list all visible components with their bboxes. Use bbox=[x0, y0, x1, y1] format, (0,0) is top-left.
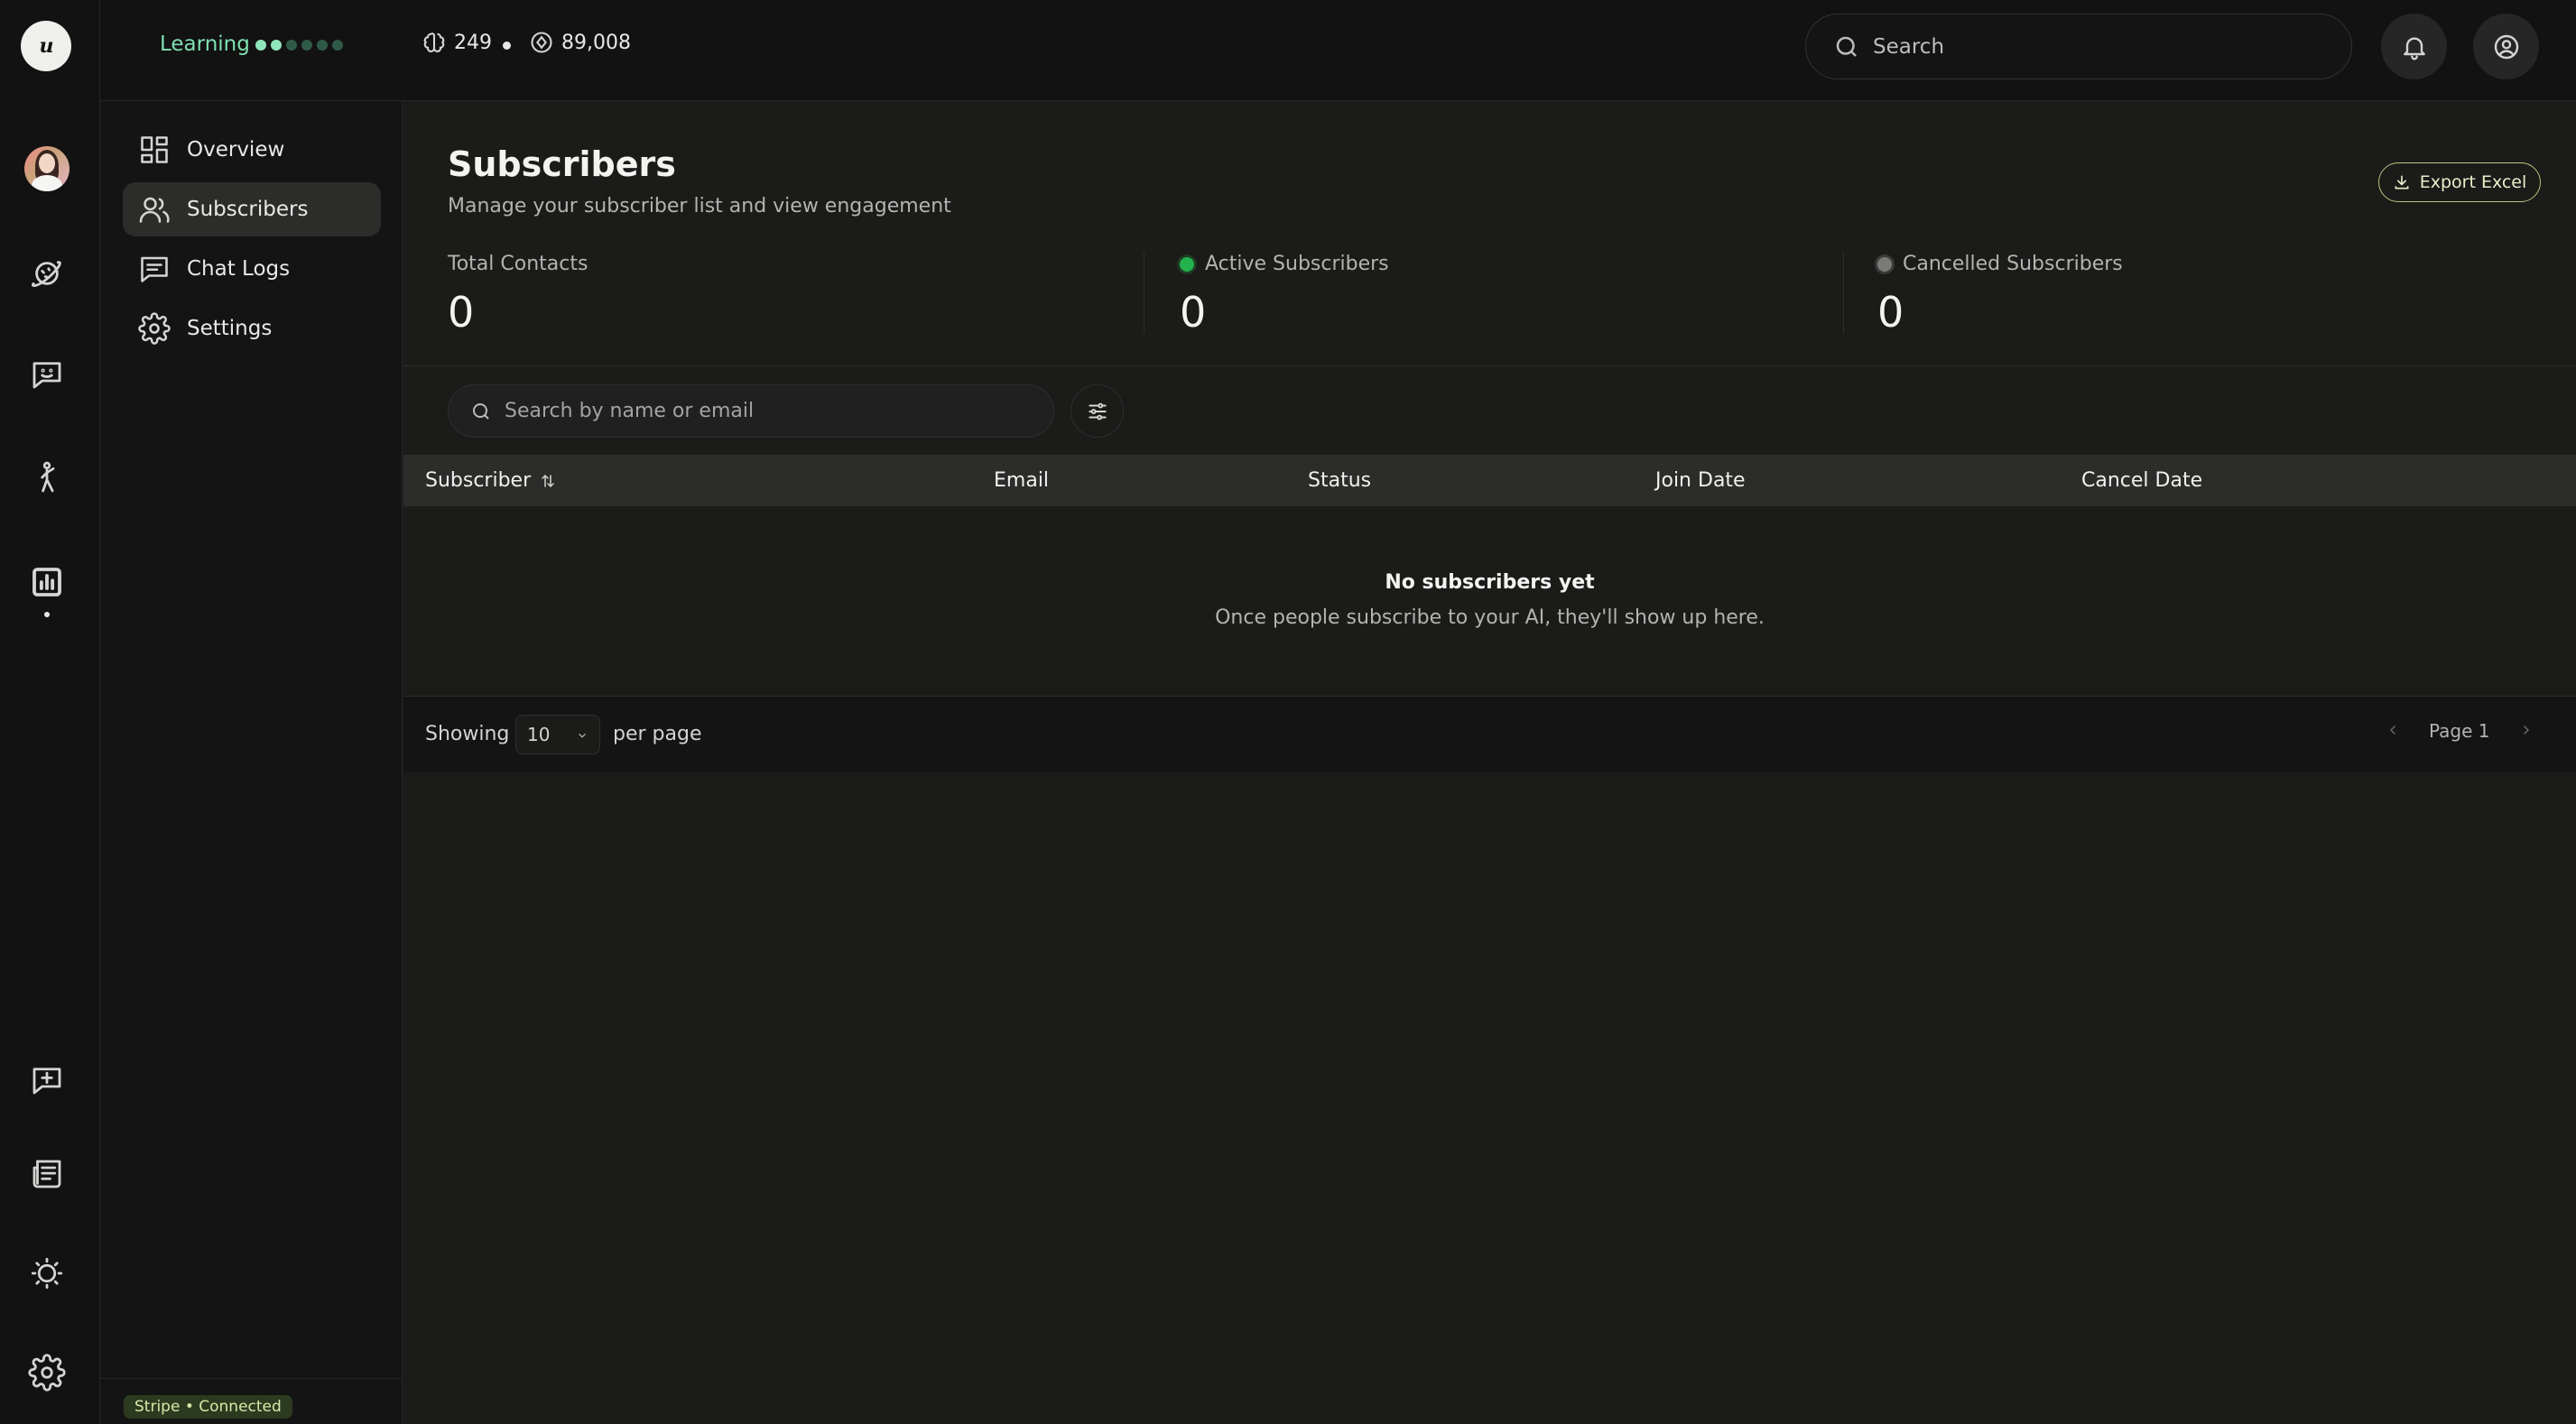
sliders-icon bbox=[1088, 402, 1107, 420]
sun-icon[interactable] bbox=[21, 1247, 73, 1299]
user-circle-icon bbox=[2494, 34, 2518, 59]
per-page-label: per page bbox=[613, 723, 702, 745]
main-content: Subscribers Manage your subscriber list … bbox=[403, 102, 2576, 1424]
figure-icon[interactable] bbox=[21, 451, 73, 504]
gear-icon[interactable] bbox=[21, 1346, 73, 1399]
gear-icon bbox=[138, 312, 171, 345]
stat-a: 249 bbox=[422, 30, 492, 55]
active-status-dot bbox=[1180, 256, 1194, 272]
empty-state-subtitle: Once people subscribe to your AI, they'l… bbox=[1215, 606, 1765, 629]
export-label: Export Excel bbox=[2419, 172, 2527, 192]
chevron-down-icon bbox=[579, 733, 586, 738]
column-label: Status bbox=[1308, 469, 1372, 492]
notifications-button[interactable] bbox=[2381, 14, 2447, 79]
per-page-select[interactable]: 10 bbox=[515, 715, 600, 754]
top-bar: Learning 249 89,008 Search bbox=[100, 0, 2576, 101]
column-label: Join Date bbox=[1655, 469, 1746, 492]
newspaper-icon[interactable] bbox=[21, 1148, 73, 1200]
left-rail: u bbox=[0, 0, 100, 1424]
cancelled-status-dot bbox=[1877, 256, 1892, 272]
per-page-value: 10 bbox=[527, 724, 551, 745]
search-icon bbox=[1836, 36, 1857, 57]
divider bbox=[403, 365, 2576, 366]
search-placeholder: Search by name or email bbox=[505, 400, 755, 422]
brain-icon bbox=[423, 32, 445, 52]
metric-value: 0 bbox=[1180, 288, 1207, 337]
planet-icon[interactable] bbox=[21, 247, 73, 300]
stat-b: 89,008 bbox=[529, 30, 631, 55]
column-label: Email bbox=[994, 469, 1050, 492]
avatar[interactable] bbox=[24, 146, 69, 191]
bell-icon bbox=[2403, 37, 2425, 60]
column-join-date: Join Date bbox=[1655, 469, 1746, 492]
smiley-chat-icon[interactable] bbox=[21, 348, 73, 401]
message-icon bbox=[141, 256, 168, 282]
page-indicator: Page 1 bbox=[2429, 720, 2490, 742]
app-logo-text: u bbox=[39, 34, 54, 58]
empty-state-title: No subscribers yet bbox=[1385, 571, 1595, 594]
metric-total-contacts: Total Contacts 0 bbox=[448, 253, 588, 337]
empty-state: No subscribers yet Once people subscribe… bbox=[403, 571, 2576, 629]
column-email: Email bbox=[994, 469, 1049, 492]
metric-label: Cancelled Subscribers bbox=[1903, 253, 2123, 275]
active-indicator bbox=[44, 612, 50, 617]
nav-item-label: Overview bbox=[187, 138, 285, 162]
metric-value: 0 bbox=[448, 288, 475, 337]
metric-cancelled-subscribers: Cancelled Subscribers 0 bbox=[1877, 253, 2123, 337]
column-status: Status bbox=[1308, 469, 1371, 492]
metric-label: Total Contacts bbox=[448, 253, 588, 275]
metric-value: 0 bbox=[1877, 288, 1904, 337]
stripe-status-badge: Stripe • Connected bbox=[124, 1395, 292, 1419]
download-icon bbox=[2395, 175, 2409, 190]
column-cancel-date: Cancel Date bbox=[2081, 469, 2202, 492]
nav-item-overview[interactable]: Overview bbox=[123, 123, 381, 177]
table-header: Subscriber Email Status Join Date Cancel… bbox=[403, 455, 2576, 506]
analytics-icon[interactable] bbox=[21, 556, 73, 608]
export-excel-button[interactable]: Export Excel bbox=[2378, 162, 2541, 202]
pager: Page 1 bbox=[2386, 720, 2534, 742]
metric-active-subscribers: Active Subscribers 0 bbox=[1180, 253, 1389, 337]
stat-separator bbox=[503, 42, 511, 50]
subscriber-search-input[interactable]: Search by name or email bbox=[448, 384, 1054, 438]
nav-item-label: Subscribers bbox=[187, 198, 309, 221]
page-title: Subscribers bbox=[448, 144, 676, 184]
level-label: Learning bbox=[160, 32, 250, 56]
filter-button[interactable] bbox=[1070, 384, 1124, 438]
stat-b-value: 89,008 bbox=[561, 31, 631, 54]
app-logo[interactable]: u bbox=[21, 21, 71, 71]
nav-item-label: Chat Logs bbox=[187, 257, 291, 281]
chevron-left-icon bbox=[2390, 726, 2395, 735]
profile-button[interactable] bbox=[2473, 14, 2539, 79]
nav-item-subscribers[interactable]: Subscribers bbox=[123, 182, 381, 236]
users-icon bbox=[139, 197, 170, 223]
pagination-bar: Showing 10 per page Page 1 bbox=[403, 696, 2576, 772]
coin-icon bbox=[531, 32, 552, 53]
level-progress bbox=[255, 40, 343, 51]
search-input[interactable]: Search bbox=[1805, 14, 2352, 79]
section-nav: Overview Subscribers Chat Logs Settings … bbox=[100, 101, 403, 1424]
chevron-right-icon bbox=[2523, 726, 2529, 735]
showing-label: Showing bbox=[425, 723, 510, 745]
page-subtitle: Manage your subscriber list and view eng… bbox=[448, 195, 951, 217]
next-page-button[interactable] bbox=[2519, 720, 2534, 742]
grid-icon bbox=[141, 136, 168, 163]
divider bbox=[1843, 252, 1844, 333]
column-subscriber[interactable]: Subscriber bbox=[425, 469, 556, 492]
nav-item-chat-logs[interactable]: Chat Logs bbox=[123, 242, 381, 296]
nav-item-settings[interactable]: Settings bbox=[123, 301, 381, 356]
column-label: Cancel Date bbox=[2081, 469, 2203, 492]
divider bbox=[100, 1378, 403, 1379]
column-label: Subscriber bbox=[425, 469, 532, 492]
nav-item-label: Settings bbox=[187, 317, 273, 340]
search-icon bbox=[473, 402, 489, 420]
add-chat-icon[interactable] bbox=[21, 1054, 73, 1106]
sort-icon bbox=[542, 474, 554, 487]
stat-a-value: 249 bbox=[454, 31, 492, 54]
search-placeholder: Search bbox=[1873, 34, 1945, 59]
prev-page-button[interactable] bbox=[2386, 720, 2400, 742]
metric-label: Active Subscribers bbox=[1205, 253, 1389, 275]
